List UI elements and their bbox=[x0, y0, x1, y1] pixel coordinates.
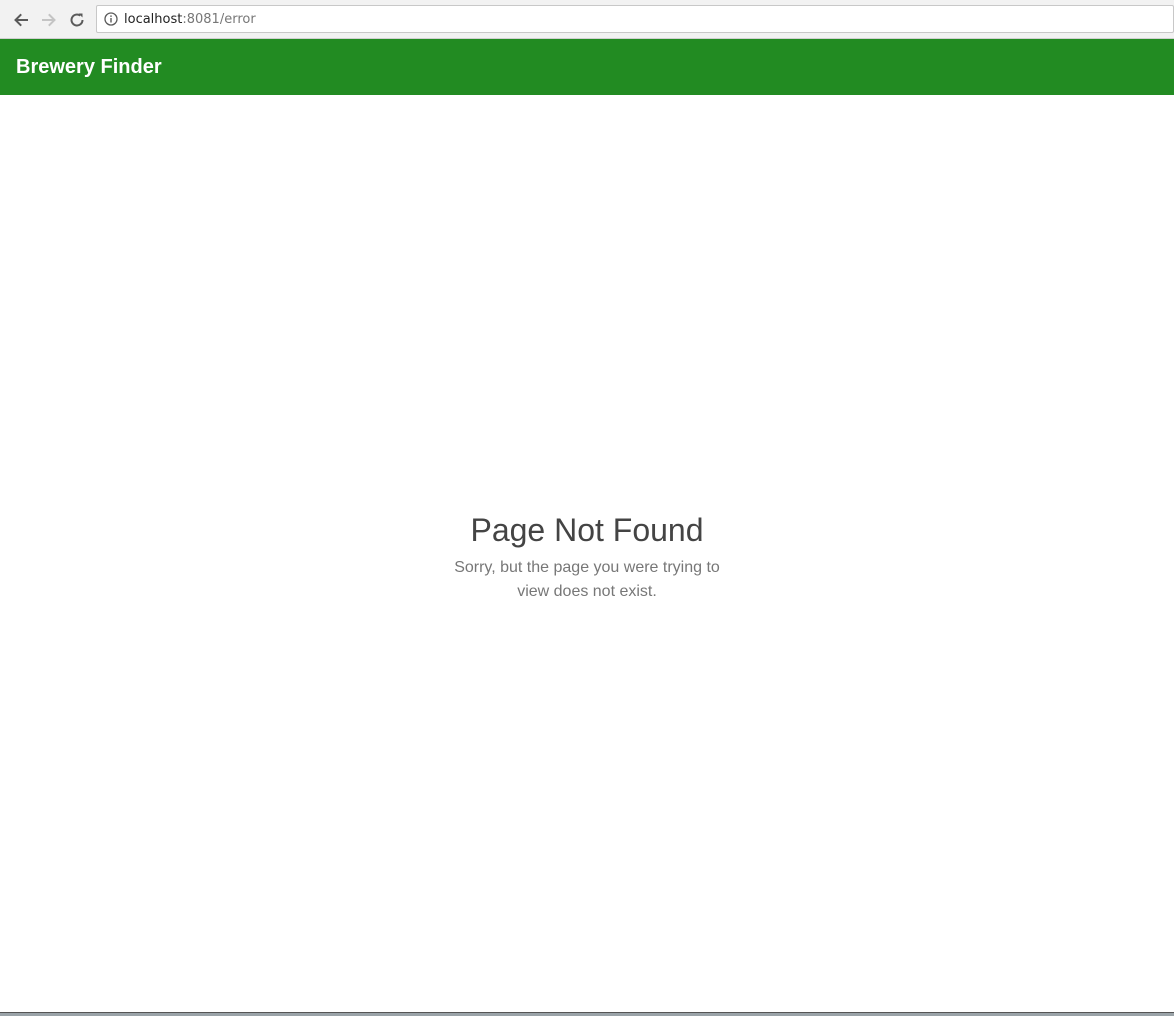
app-header: Brewery Finder bbox=[0, 39, 1174, 95]
page-title: Page Not Found bbox=[470, 512, 704, 548]
reload-icon[interactable] bbox=[65, 8, 89, 32]
arrow-right-icon[interactable] bbox=[37, 8, 61, 32]
arrow-left-icon[interactable] bbox=[9, 8, 33, 32]
url-host: localhost bbox=[124, 11, 183, 27]
taskbar-edge bbox=[0, 1012, 1174, 1016]
address-bar[interactable]: localhost:8081/error bbox=[96, 5, 1174, 33]
brand-link[interactable]: Brewery Finder bbox=[16, 55, 162, 79]
url-path: :8081/error bbox=[182, 11, 256, 27]
browser-toolbar: localhost:8081/error bbox=[0, 0, 1174, 39]
url-text[interactable]: localhost:8081/error bbox=[124, 12, 256, 27]
error-container: Page Not Found Sorry, but the page you w… bbox=[0, 508, 1174, 604]
info-icon[interactable] bbox=[103, 11, 119, 27]
error-message: Sorry, but the page you were trying to v… bbox=[454, 559, 720, 600]
